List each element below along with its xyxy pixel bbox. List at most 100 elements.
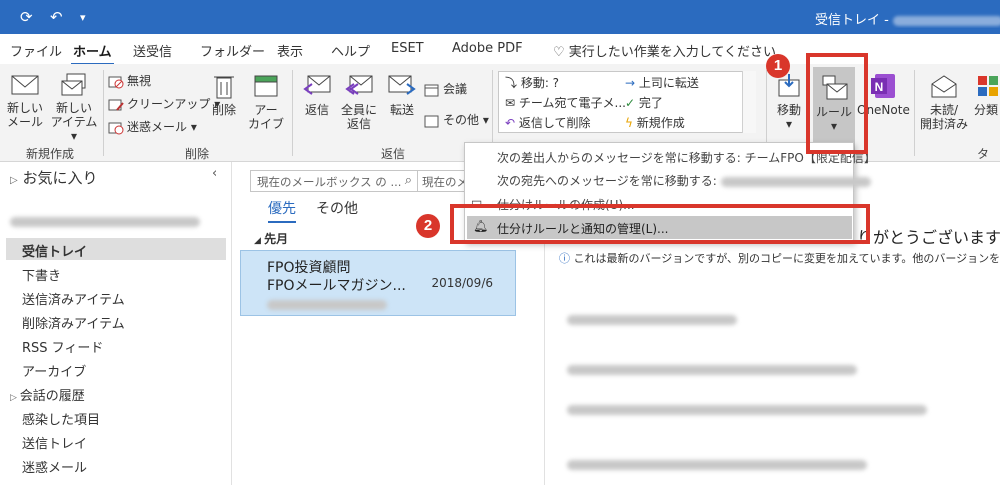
undo-icon[interactable]: ↶ bbox=[50, 8, 63, 26]
reply-all-button[interactable]: 全員に 返信 bbox=[338, 72, 380, 131]
reply-all-icon bbox=[345, 75, 373, 95]
message-subject: FPOメールマガジン... bbox=[267, 278, 406, 294]
tell-me-search[interactable]: ♡ 実行したい作業を入力してください bbox=[553, 41, 776, 60]
check-icon: ✓ bbox=[625, 96, 639, 110]
step-badge-1: 1 bbox=[766, 54, 790, 78]
folder-rss[interactable]: RSS フィード bbox=[22, 337, 103, 356]
categorize-button[interactable]: 分類 bbox=[974, 72, 1000, 117]
ignore-icon bbox=[108, 76, 124, 88]
tab-folder[interactable]: フォルダー bbox=[200, 41, 265, 60]
body-line bbox=[567, 312, 737, 326]
folder-inbox[interactable]: 受信トレイ bbox=[22, 241, 87, 260]
focused-underline bbox=[268, 221, 296, 223]
lightning-icon: ϟ bbox=[625, 116, 637, 130]
onenote-icon: N bbox=[871, 74, 895, 98]
separator bbox=[103, 70, 104, 156]
quick-step-create-new[interactable]: ϟ 新規作成 bbox=[625, 114, 685, 131]
tab-send-receive[interactable]: 送受信 bbox=[133, 41, 172, 60]
more-icon bbox=[424, 115, 439, 127]
quick-step-done[interactable]: ✓ 完了 bbox=[625, 94, 663, 111]
tab-help[interactable]: ヘルプ bbox=[331, 41, 370, 60]
folder-drafts[interactable]: 下書き bbox=[22, 265, 61, 284]
tab-home[interactable]: ホーム bbox=[71, 41, 114, 65]
step-badge-2: 2 bbox=[416, 214, 440, 238]
quick-step-team[interactable]: ✉ チーム宛て電子メ... bbox=[505, 94, 626, 111]
tab-other[interactable]: その他 bbox=[316, 198, 358, 218]
reply-button[interactable]: 返信 bbox=[298, 72, 336, 117]
junk-icon bbox=[108, 122, 124, 134]
archive-button[interactable]: アー カイブ bbox=[247, 72, 285, 131]
cleanup-button[interactable]: クリーンアップ ▾ bbox=[108, 95, 220, 112]
collapse-pane-icon[interactable]: ‹ bbox=[212, 166, 217, 181]
info-icon: ⓘ bbox=[559, 252, 570, 265]
account-name[interactable] bbox=[10, 214, 200, 228]
highlight-rules-button bbox=[806, 53, 868, 154]
folder-deleted[interactable]: 削除済みアイテム bbox=[22, 313, 125, 332]
message-subject-header: りがとうございます！ bbox=[857, 228, 1000, 247]
group-header-last-month[interactable]: ◢ 先月 bbox=[254, 230, 288, 247]
cleanup-icon bbox=[108, 99, 124, 111]
folder-infected[interactable]: 感染した項目 bbox=[22, 409, 100, 428]
new-items-button[interactable]: 新しい アイテム ▾ bbox=[50, 72, 98, 143]
tab-adobe-pdf[interactable]: Adobe PDF bbox=[452, 41, 523, 56]
reply-icon bbox=[303, 75, 331, 95]
tab-focused[interactable]: 優先 bbox=[268, 198, 296, 218]
folder-pane: ▷ お気に入り ‹ 受信トレイ 下書き 送信済みアイテム 削除済みアイテム RS… bbox=[0, 162, 232, 485]
message-sender: FPO投資顧問 bbox=[267, 260, 351, 276]
group-label-delete: 削除 bbox=[185, 147, 210, 161]
folder-conversation-history[interactable]: ▷ 会話の履歴 bbox=[10, 385, 85, 404]
group-label-new: 新規作成 bbox=[26, 147, 75, 161]
calendar-icon bbox=[424, 84, 439, 96]
message-item[interactable]: FPO投資顧問 FPOメールマガジン... 2018/09/6 bbox=[240, 250, 516, 316]
customize-toolbar-icon[interactable]: ▾ bbox=[80, 11, 86, 24]
reply-delete-icon: ↶ bbox=[505, 116, 519, 130]
envelope-icon bbox=[11, 75, 39, 95]
version-info-bar[interactable]: ⓘ これは最新のバージョンですが、別のコピーに変更を加えています。他のバージョン… bbox=[559, 250, 1000, 266]
more-respond-button[interactable]: その他 ▾ bbox=[424, 111, 489, 128]
quick-steps-gallery: ⤵ 移動: ? ✉ チーム宛て電子メ... ↶ 返信して削除 → 上司に転送 ✓… bbox=[498, 71, 756, 133]
search-icon: ⌕ bbox=[404, 173, 412, 188]
delete-button[interactable]: 削除 bbox=[205, 72, 243, 117]
separator bbox=[914, 70, 915, 156]
folder-junk[interactable]: 迷惑メール bbox=[22, 457, 87, 476]
team-mail-icon: ✉ bbox=[505, 96, 519, 110]
folder-sent[interactable]: 送信済みアイテム bbox=[22, 289, 125, 308]
tab-view[interactable]: 表示 bbox=[277, 41, 303, 60]
window-title: 受信トレイ - bbox=[815, 9, 1000, 28]
new-mail-button[interactable]: 新しい メール bbox=[4, 72, 46, 129]
message-preview bbox=[267, 297, 387, 311]
unread-read-button[interactable]: 未読/ 開封済み bbox=[918, 72, 970, 131]
folder-archive[interactable]: アーカイブ bbox=[22, 361, 86, 380]
tab-eset[interactable]: ESET bbox=[391, 41, 424, 56]
junk-button[interactable]: 迷惑メール ▾ bbox=[108, 118, 197, 135]
svg-text:N: N bbox=[875, 80, 884, 94]
body-line bbox=[567, 457, 867, 471]
arrow-right-icon: → bbox=[625, 76, 639, 90]
trash-icon bbox=[214, 76, 234, 99]
highlight-manage-rules bbox=[450, 204, 870, 244]
separator bbox=[292, 70, 293, 156]
forward-button[interactable]: 転送 bbox=[383, 72, 421, 117]
quick-step-move[interactable]: ⤵ 移動: ? bbox=[505, 74, 559, 91]
lightbulb-icon: ♡ bbox=[553, 45, 565, 60]
menu-item-always-move-to[interactable]: 次の宛先へのメッセージを常に移動する: bbox=[497, 172, 871, 189]
open-envelope-icon bbox=[931, 75, 957, 98]
forward-icon bbox=[388, 75, 416, 95]
body-line bbox=[567, 362, 857, 376]
quick-step-to-manager[interactable]: → 上司に転送 bbox=[625, 74, 699, 91]
archive-icon bbox=[254, 75, 278, 97]
meeting-button[interactable]: 会議 bbox=[424, 80, 467, 97]
ignore-button[interactable]: 無視 bbox=[108, 72, 151, 89]
move-button[interactable]: 移動 ▾ bbox=[772, 72, 806, 131]
folder-outbox[interactable]: 送信トレイ bbox=[22, 433, 87, 452]
tab-file[interactable]: ファイル bbox=[10, 41, 62, 60]
search-input[interactable]: 現在のメールボックス の ... ⌕ bbox=[250, 170, 418, 192]
body-line bbox=[567, 402, 927, 416]
move-icon: ⤵ bbox=[505, 76, 521, 90]
favorites-header[interactable]: ▷ お気に入り bbox=[10, 167, 98, 188]
sync-icon[interactable]: ⟳ bbox=[20, 8, 33, 26]
quick-step-reply-delete[interactable]: ↶ 返信して削除 bbox=[505, 114, 591, 131]
title-bar: ⟳ ↶ ▾ 受信トレイ - bbox=[0, 0, 1000, 34]
message-date: 2018/09/6 bbox=[431, 276, 493, 290]
quick-steps-scrollbar[interactable] bbox=[742, 71, 756, 133]
